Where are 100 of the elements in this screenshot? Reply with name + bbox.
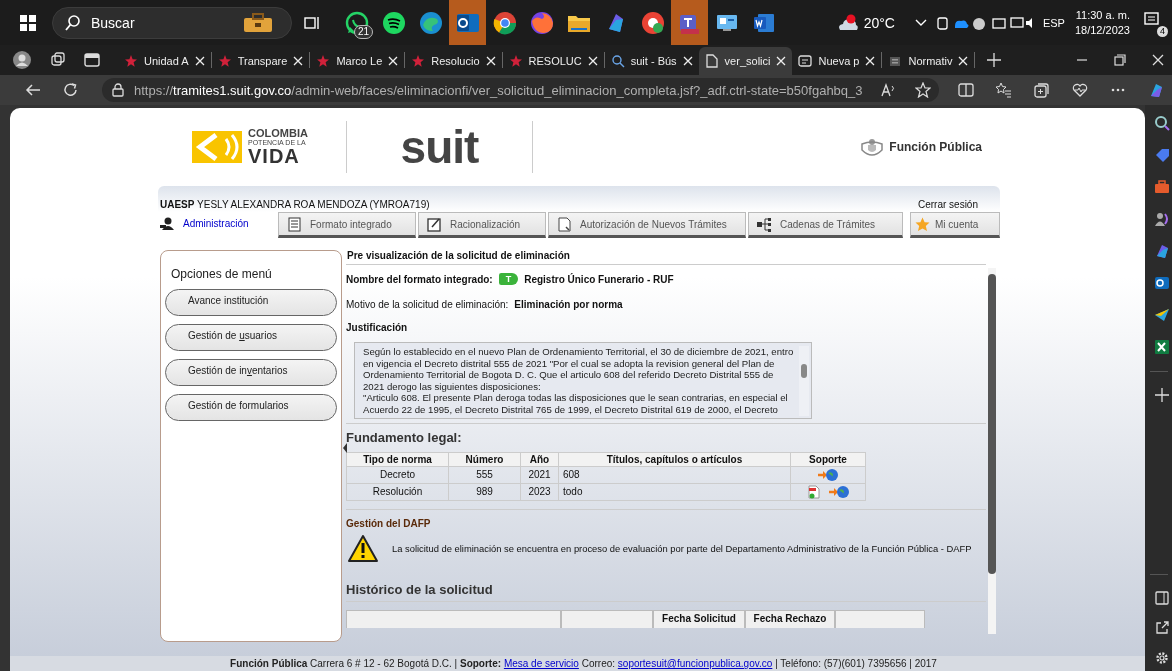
agency-name: Función Pública [889, 140, 982, 154]
user-key-icon [160, 216, 175, 231]
collapse-arrow-icon[interactable] [342, 442, 348, 454]
language-indicator[interactable]: ESP [1042, 16, 1065, 29]
close-icon[interactable] [865, 56, 876, 66]
new-tab-icon[interactable] [987, 53, 1002, 67]
close-icon[interactable] [587, 56, 598, 66]
section-title: Gestión del DAFP [346, 508, 986, 529]
browser-tab[interactable]: suit - Bús [604, 47, 699, 75]
logo-text: VIDA [248, 146, 301, 166]
document-icon [557, 216, 572, 232]
justification-field[interactable]: Según lo establecido en el nuevo Plan de Ordenamiento Territorial, el 30 de diciembre de 2021, entro en vigencia el Decreto distrital 555 de 2021 "Por el cual se adopta la revision general del Plan de Ordenamiento Territorial de Bogota D. C. Que el articulo 608 del referido Decreto Distrital 555 de 2021 derogo las siguientes disposiciones: "Articulo 608. El presente Plan deroga todas las disposiciones que le sean contrarias, en especial el Acuerdo 22 de 1995, el Decreto Distrital 765 de 1999, el Decreto Distrital 619 de 2000, el Decreto [354, 342, 812, 419]
browser-tab[interactable]: Unidad A [118, 47, 211, 75]
pdf-file-icon[interactable] [807, 484, 821, 499]
star-icon [124, 54, 138, 68]
chrome-icon[interactable] [492, 10, 517, 35]
collections-icon[interactable] [1033, 82, 1050, 98]
globe-arrow-icon[interactable] [829, 484, 849, 499]
task-view-icon[interactable] [304, 14, 320, 31]
add-icon[interactable] [1154, 388, 1169, 402]
format-badge: T [498, 273, 519, 285]
nav-tab[interactable]: Autorización de Nuevos Trámites [548, 212, 746, 238]
workspaces-icon[interactable] [50, 52, 66, 68]
mail-app-icon[interactable] [1153, 275, 1170, 291]
tab-actions-icon[interactable] [84, 52, 100, 68]
nav-tab[interactable]: Racionalización [418, 212, 546, 238]
footer-link[interactable]: soportesuit@funcionpublica.gov.co [617, 658, 773, 669]
menu-item[interactable]: Gestión de formularios [165, 394, 337, 421]
menu-item[interactable]: Avance institución [165, 289, 337, 316]
lock-icon[interactable] [112, 83, 124, 97]
notification-icon[interactable] [1144, 10, 1160, 27]
browser-tab[interactable]: Resolucio [405, 47, 502, 75]
globe-arrow-icon[interactable] [818, 467, 838, 482]
paper-plane-icon[interactable] [1153, 307, 1170, 323]
chevron-up-icon[interactable] [914, 18, 927, 27]
heart-pulse-icon[interactable] [1071, 82, 1088, 98]
profile-browser-icon[interactable] [640, 10, 665, 35]
clock-time[interactable]: 11:30 a. m. [1075, 7, 1130, 23]
windows-icon[interactable] [20, 14, 36, 31]
restore-icon[interactable] [1114, 54, 1126, 66]
tab-page-icon [798, 54, 813, 68]
address-field[interactable]: https://tramites1.suit.gov.co/admin-web/faces/eliminacionfi/ver_solicitud_eliminacion_completa.jsf?_adf.ctrl-state=b50fgahbq_3 [102, 78, 939, 102]
footer-link[interactable]: Mesa de servicio [503, 658, 579, 669]
table-cell: todo [558, 483, 791, 501]
field-label: Motivo de la solicitud de eliminación: [346, 299, 509, 310]
external-link-icon[interactable] [1154, 621, 1169, 635]
column-header: Soporte [790, 452, 866, 467]
nav-tab[interactable]: Cadenas de Trámites [748, 212, 903, 238]
browser-tab[interactable]: RESOLUC [502, 47, 604, 75]
close-icon[interactable] [194, 56, 205, 66]
person-icon[interactable] [1153, 211, 1170, 227]
settings-icon[interactable] [1154, 651, 1169, 665]
split-screen-icon[interactable] [957, 82, 974, 98]
user-name: UAESP YESLY ALEXANDRA ROA MENDOZA (YMROA719) [160, 199, 430, 210]
tray-icons-drawing[interactable] [936, 14, 1033, 31]
star-icon [316, 54, 331, 68]
refresh-icon[interactable] [63, 82, 79, 98]
fox-browser-icon[interactable] [529, 10, 554, 35]
browser-icon[interactable] [418, 10, 443, 35]
scrollbar[interactable] [988, 268, 996, 634]
star-icon [508, 54, 523, 68]
shield-emblem-icon [859, 136, 886, 158]
browser-tab[interactable]: Transpare [211, 47, 310, 75]
page-icon [704, 54, 719, 68]
browser-tab[interactable]: Nueva p [792, 47, 882, 75]
temperature-text: 20°C [863, 14, 895, 31]
close-icon[interactable] [776, 56, 787, 66]
account-tab[interactable]: Mi cuenta [910, 212, 1000, 238]
back-arrow-icon[interactable] [25, 82, 41, 98]
search-bar[interactable]: Buscar [52, 6, 292, 39]
close-icon[interactable] [485, 56, 496, 66]
menu-item[interactable]: Gestión de usuarios [165, 324, 337, 351]
nav-tab[interactable]: Formato integrado [278, 212, 416, 238]
favorites-list-icon[interactable] [995, 82, 1012, 98]
browser-tab[interactable]: Normativ [882, 47, 975, 75]
close-icon[interactable] [682, 56, 693, 66]
weather-cloud-icon[interactable] [836, 13, 859, 32]
toolbox-icon[interactable] [1153, 179, 1170, 195]
browser-tab[interactable]: ver_solici [698, 47, 793, 75]
profile-avatar-icon[interactable] [12, 50, 32, 70]
search-input[interactable]: Buscar [89, 13, 235, 32]
clock-date[interactable]: 18/12/2023 [1074, 22, 1130, 38]
close-icon[interactable] [388, 56, 399, 66]
section-heading: Histórico de la solicitud [346, 575, 986, 602]
table-cell: Resolución [346, 483, 449, 501]
scrollbar[interactable] [799, 346, 809, 416]
field-value: Eliminación por norma [514, 299, 623, 310]
sidebar-panel-icon[interactable] [1154, 591, 1169, 605]
music-app-icon[interactable] [381, 10, 406, 35]
logout-link[interactable]: Cerrar sesión [917, 199, 978, 210]
search-icon[interactable] [1153, 115, 1170, 131]
close-icon[interactable] [958, 56, 969, 66]
favorite-star-icon[interactable] [914, 82, 931, 98]
column-header: Títulos, capítulos o artículos [558, 452, 791, 467]
menu-item[interactable]: Gestión de inventarios [165, 359, 337, 386]
close-icon[interactable] [1152, 54, 1164, 66]
read-aloud-icon[interactable] [880, 83, 897, 97]
close-icon[interactable] [293, 56, 304, 66]
spreadsheet-icon[interactable] [1153, 339, 1170, 355]
browser-tab[interactable]: Marco Le [310, 47, 405, 75]
